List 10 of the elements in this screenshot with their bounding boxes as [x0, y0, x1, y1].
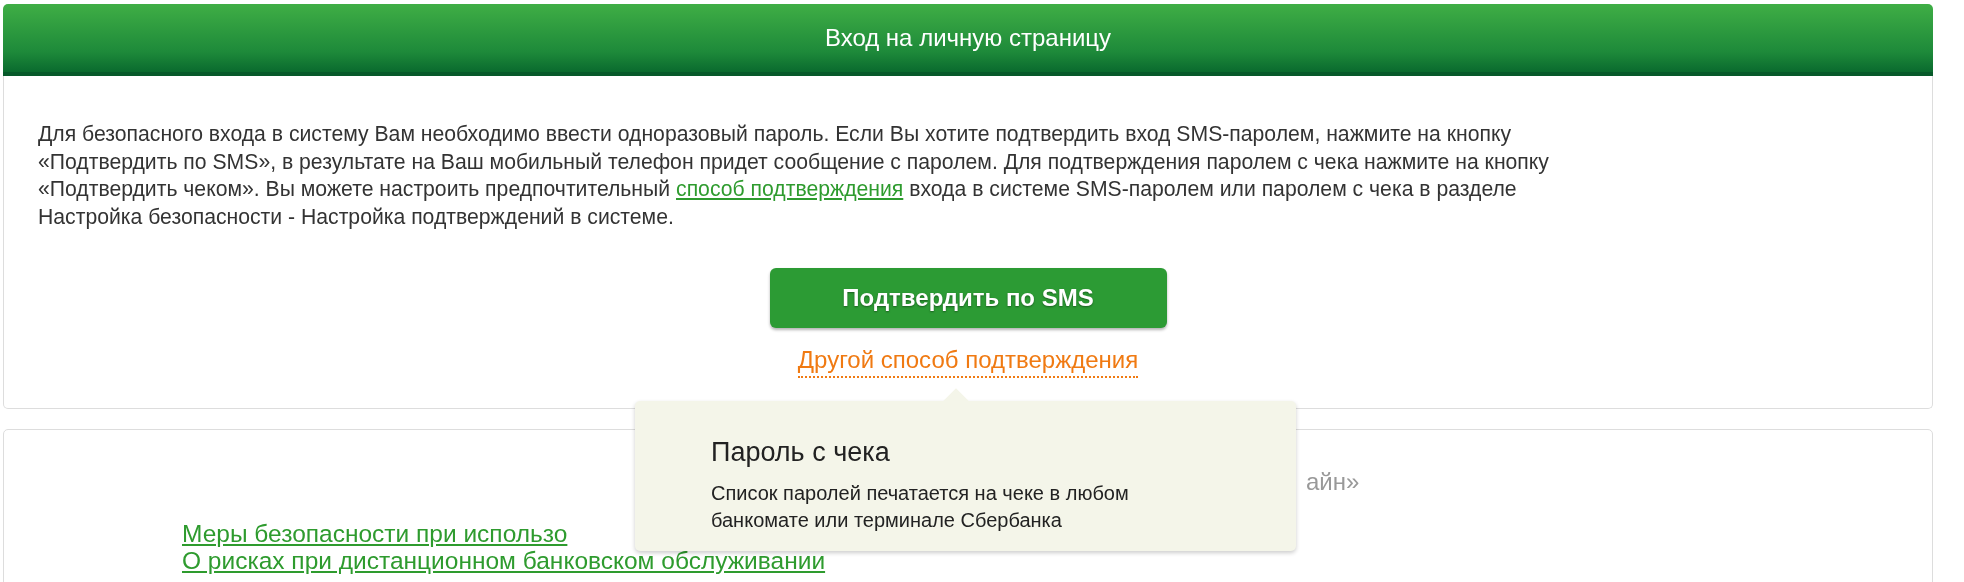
info-link[interactable]: Меры безопасности при использо [182, 520, 568, 547]
intro-paragraph: Для безопасного входа в систему Вам необходимо ввести одноразовый пароль. Если Вы хотите подтвердить вход SMS-паролем, нажмите на кнопку «Подтвердить по SMS», в результате на Ваш мобильный телефон придет сообщение с паролем. Для подтверждения паролем с чека нажмите на кнопку «Подтвердить чеком». Вы можете настроить предпочтительный способ подтверждения входа в системе SMS-паролем или паролем с чека в разделе Настройка безопасности - Настройка подтверждений в системе. [38, 121, 1550, 230]
confirm-sms-button[interactable]: Подтвердить по SMS [769, 268, 1167, 328]
info-link[interactable]: О рисках при дистанционном банковском обслуживании [182, 547, 826, 574]
settings-link[interactable]: способ подтверждения [676, 177, 904, 200]
card-title: айн» [1306, 468, 1361, 496]
other-method-link[interactable]: Другой способ подтверждения [797, 346, 1139, 378]
tooltip-text: Список паролей печатается на чеке в любом банкомате или терминале Сбербанка [711, 481, 1130, 533]
tooltip-title: Пароль с чека [711, 437, 891, 468]
page-header: Вход на личную страницу [3, 4, 1933, 76]
